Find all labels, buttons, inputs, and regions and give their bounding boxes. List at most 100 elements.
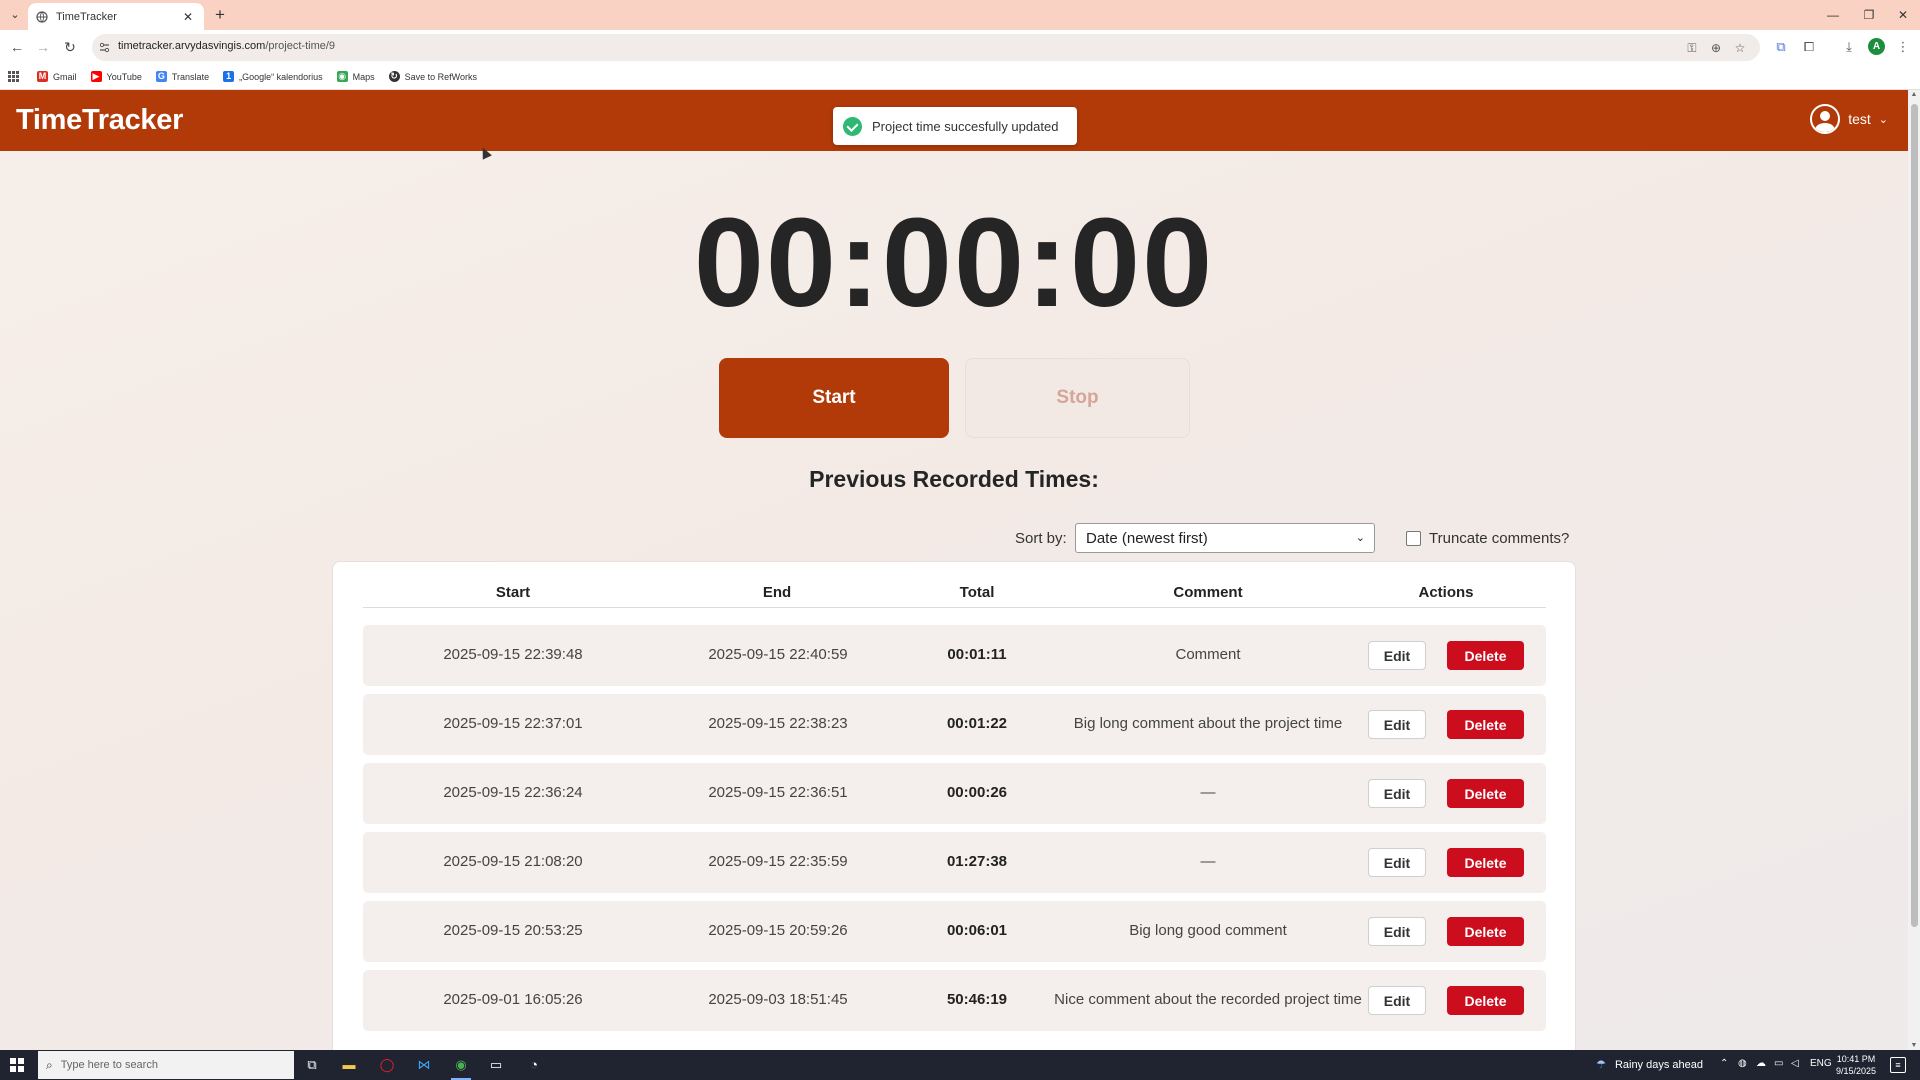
start-button[interactable]: Start bbox=[719, 358, 949, 438]
cell-comment: — bbox=[1200, 784, 1216, 801]
app-icon[interactable]: ◔ bbox=[524, 1055, 544, 1075]
windows-start-icon[interactable] bbox=[10, 1058, 24, 1072]
taskbar-search[interactable]: ⌕ Type here to search bbox=[38, 1051, 294, 1079]
tray-app-icon[interactable]: ◍ bbox=[1738, 1058, 1747, 1069]
profile-avatar[interactable]: A bbox=[1868, 38, 1885, 55]
table-header: Start End Total Comment Actions bbox=[363, 576, 1546, 608]
language-indicator[interactable]: ENG bbox=[1810, 1058, 1832, 1069]
edit-button[interactable]: Edit bbox=[1368, 710, 1426, 739]
restore-icon[interactable]: ❐ bbox=[1859, 5, 1879, 25]
edit-button[interactable]: Edit bbox=[1368, 917, 1426, 946]
column-header-start: Start bbox=[495, 584, 531, 601]
translate-page-icon[interactable]: ⧉ bbox=[1772, 38, 1790, 56]
sort-label: Sort by: bbox=[1015, 530, 1067, 547]
delete-button[interactable]: Delete bbox=[1447, 917, 1524, 946]
weather-widget[interactable]: ☂ Rainy days ahead bbox=[1596, 1058, 1703, 1071]
terminal-icon[interactable]: ▭ bbox=[486, 1055, 506, 1075]
minimize-icon[interactable]: — bbox=[1823, 5, 1843, 25]
scrollbar-thumb[interactable] bbox=[1911, 104, 1918, 927]
reload-icon[interactable]: ↻ bbox=[61, 38, 79, 56]
bookmark-label: Translate bbox=[171, 71, 210, 82]
vscode-icon[interactable]: ⋈ bbox=[414, 1055, 434, 1075]
address-bar[interactable]: timetracker.arvydasvingis.com/project-ti… bbox=[92, 34, 1760, 61]
translate-icon: G bbox=[155, 71, 167, 82]
edit-button[interactable]: Edit bbox=[1368, 641, 1426, 670]
column-header-actions: Actions bbox=[1418, 584, 1474, 601]
cell-end: 2025-09-15 22:40:59 bbox=[708, 646, 848, 663]
clock[interactable]: 10:41 PM 9/15/2025 bbox=[1836, 1053, 1876, 1077]
bookmark-calendar[interactable]: 1 „Google“ kalendorius bbox=[223, 71, 323, 82]
bookmark-label: Save to RefWorks bbox=[404, 71, 478, 82]
window-close-icon[interactable]: ✕ bbox=[1893, 5, 1913, 25]
cell-end: 2025-09-15 22:36:51 bbox=[708, 784, 848, 801]
delete-button[interactable]: Delete bbox=[1447, 986, 1524, 1015]
app-logo[interactable]: TimeTracker bbox=[16, 104, 183, 137]
tab-close-icon[interactable]: ✕ bbox=[180, 10, 196, 24]
url-text: timetracker.arvydasvingis.com/project-ti… bbox=[118, 40, 335, 52]
cell-start: 2025-09-15 21:08:20 bbox=[443, 853, 583, 870]
table-row: 2025-09-15 21:08:20 2025-09-15 22:35:59 01… bbox=[363, 832, 1546, 893]
cell-comment: Big long comment about the project time bbox=[1073, 715, 1343, 732]
tab-search-icon[interactable]: ⌄ bbox=[6, 6, 24, 24]
new-tab-icon[interactable]: + bbox=[210, 5, 230, 25]
user-menu[interactable]: test ⌄ bbox=[1810, 104, 1888, 134]
stop-button[interactable]: Stop bbox=[965, 358, 1190, 438]
edit-button[interactable]: Edit bbox=[1368, 848, 1426, 877]
cell-start: 2025-09-01 16:05:26 bbox=[443, 991, 583, 1008]
edit-button[interactable]: Edit bbox=[1368, 779, 1426, 808]
username: test bbox=[1848, 111, 1871, 127]
gmail-icon: M bbox=[37, 71, 48, 82]
scroll-down-icon[interactable]: ▼ bbox=[1910, 1042, 1918, 1049]
extensions-icon[interactable]: ⧠ bbox=[1800, 38, 1818, 56]
bookmark-maps[interactable]: ◉ Maps bbox=[336, 71, 375, 82]
weather-text: Rainy days ahead bbox=[1614, 1059, 1703, 1071]
opera-icon[interactable]: ◯ bbox=[377, 1055, 397, 1075]
browser-toolbar: ← → ↻ timetracker.arvydasvingis.com/proj… bbox=[0, 30, 1920, 64]
rain-cloud-icon: ☂ bbox=[1596, 1059, 1606, 1071]
volume-icon[interactable]: ◁ bbox=[1791, 1058, 1799, 1069]
bookmark-gmail[interactable]: M Gmail bbox=[37, 71, 77, 82]
browser-tab[interactable]: TimeTracker ✕ bbox=[28, 3, 204, 30]
delete-button[interactable]: Delete bbox=[1447, 848, 1524, 877]
tray-chevron-icon[interactable]: ⌃ bbox=[1720, 1058, 1728, 1069]
delete-button[interactable]: Delete bbox=[1447, 779, 1524, 808]
edit-button[interactable]: Edit bbox=[1368, 986, 1426, 1015]
globe-icon bbox=[36, 10, 48, 23]
downloads-icon[interactable]: ⤓ bbox=[1840, 38, 1858, 56]
chrome-icon[interactable]: ◉ bbox=[451, 1055, 471, 1080]
sort-selected-value: Date (newest first) bbox=[1086, 530, 1208, 547]
file-explorer-icon[interactable]: ▬ bbox=[339, 1055, 359, 1075]
maps-icon: ◉ bbox=[336, 71, 348, 82]
cell-total: 50:46:19 bbox=[946, 991, 1008, 1008]
youtube-icon: ▶ bbox=[90, 71, 102, 82]
bookmark-translate[interactable]: G Translate bbox=[155, 71, 210, 82]
bookmark-youtube[interactable]: ▶ YouTube bbox=[90, 71, 142, 82]
bookmark-star-icon[interactable]: ☆ bbox=[1732, 40, 1748, 56]
page-scrollbar[interactable]: ▲ ▼ bbox=[1908, 90, 1920, 1050]
site-info-icon[interactable] bbox=[98, 41, 111, 54]
zoom-icon[interactable]: ⊕ bbox=[1708, 40, 1724, 56]
cell-comment: Nice comment about the recorded project … bbox=[1054, 991, 1362, 1008]
toast-message: Project time succesfully updated bbox=[872, 118, 1059, 134]
network-icon[interactable]: ▭ bbox=[1774, 1058, 1783, 1069]
sort-select[interactable]: Date (newest first) ⌄ bbox=[1075, 523, 1375, 553]
apps-grid-icon[interactable] bbox=[8, 71, 19, 82]
forward-icon[interactable]: → bbox=[34, 38, 52, 56]
url-path: /project-time/9 bbox=[265, 40, 336, 52]
password-key-icon[interactable]: ⚿ bbox=[1684, 40, 1700, 56]
scroll-up-icon[interactable]: ▲ bbox=[1910, 91, 1918, 98]
browser-tab-strip: ⌄ TimeTracker ✕ + — ❐ ✕ bbox=[0, 0, 1920, 30]
cell-end: 2025-09-15 20:59:26 bbox=[708, 922, 848, 939]
browser-menu-icon[interactable]: ⋮ bbox=[1894, 38, 1912, 56]
delete-button[interactable]: Delete bbox=[1447, 641, 1524, 670]
bookmark-refworks[interactable]: ↻ Save to RefWorks bbox=[388, 71, 478, 82]
truncate-comments-checkbox[interactable] bbox=[1406, 531, 1421, 546]
delete-button[interactable]: Delete bbox=[1447, 710, 1524, 739]
truncate-comments-label[interactable]: Truncate comments? bbox=[1429, 530, 1569, 547]
app-header: TimeTracker Project time succesfully upd… bbox=[0, 90, 1908, 151]
back-icon[interactable]: ← bbox=[8, 38, 26, 56]
notifications-icon[interactable]: ≡ bbox=[1890, 1057, 1906, 1073]
onedrive-icon[interactable]: ☁ bbox=[1756, 1058, 1766, 1069]
task-view-icon[interactable]: ⧉ bbox=[302, 1055, 322, 1075]
clock-date: 9/15/2025 bbox=[1836, 1066, 1877, 1076]
